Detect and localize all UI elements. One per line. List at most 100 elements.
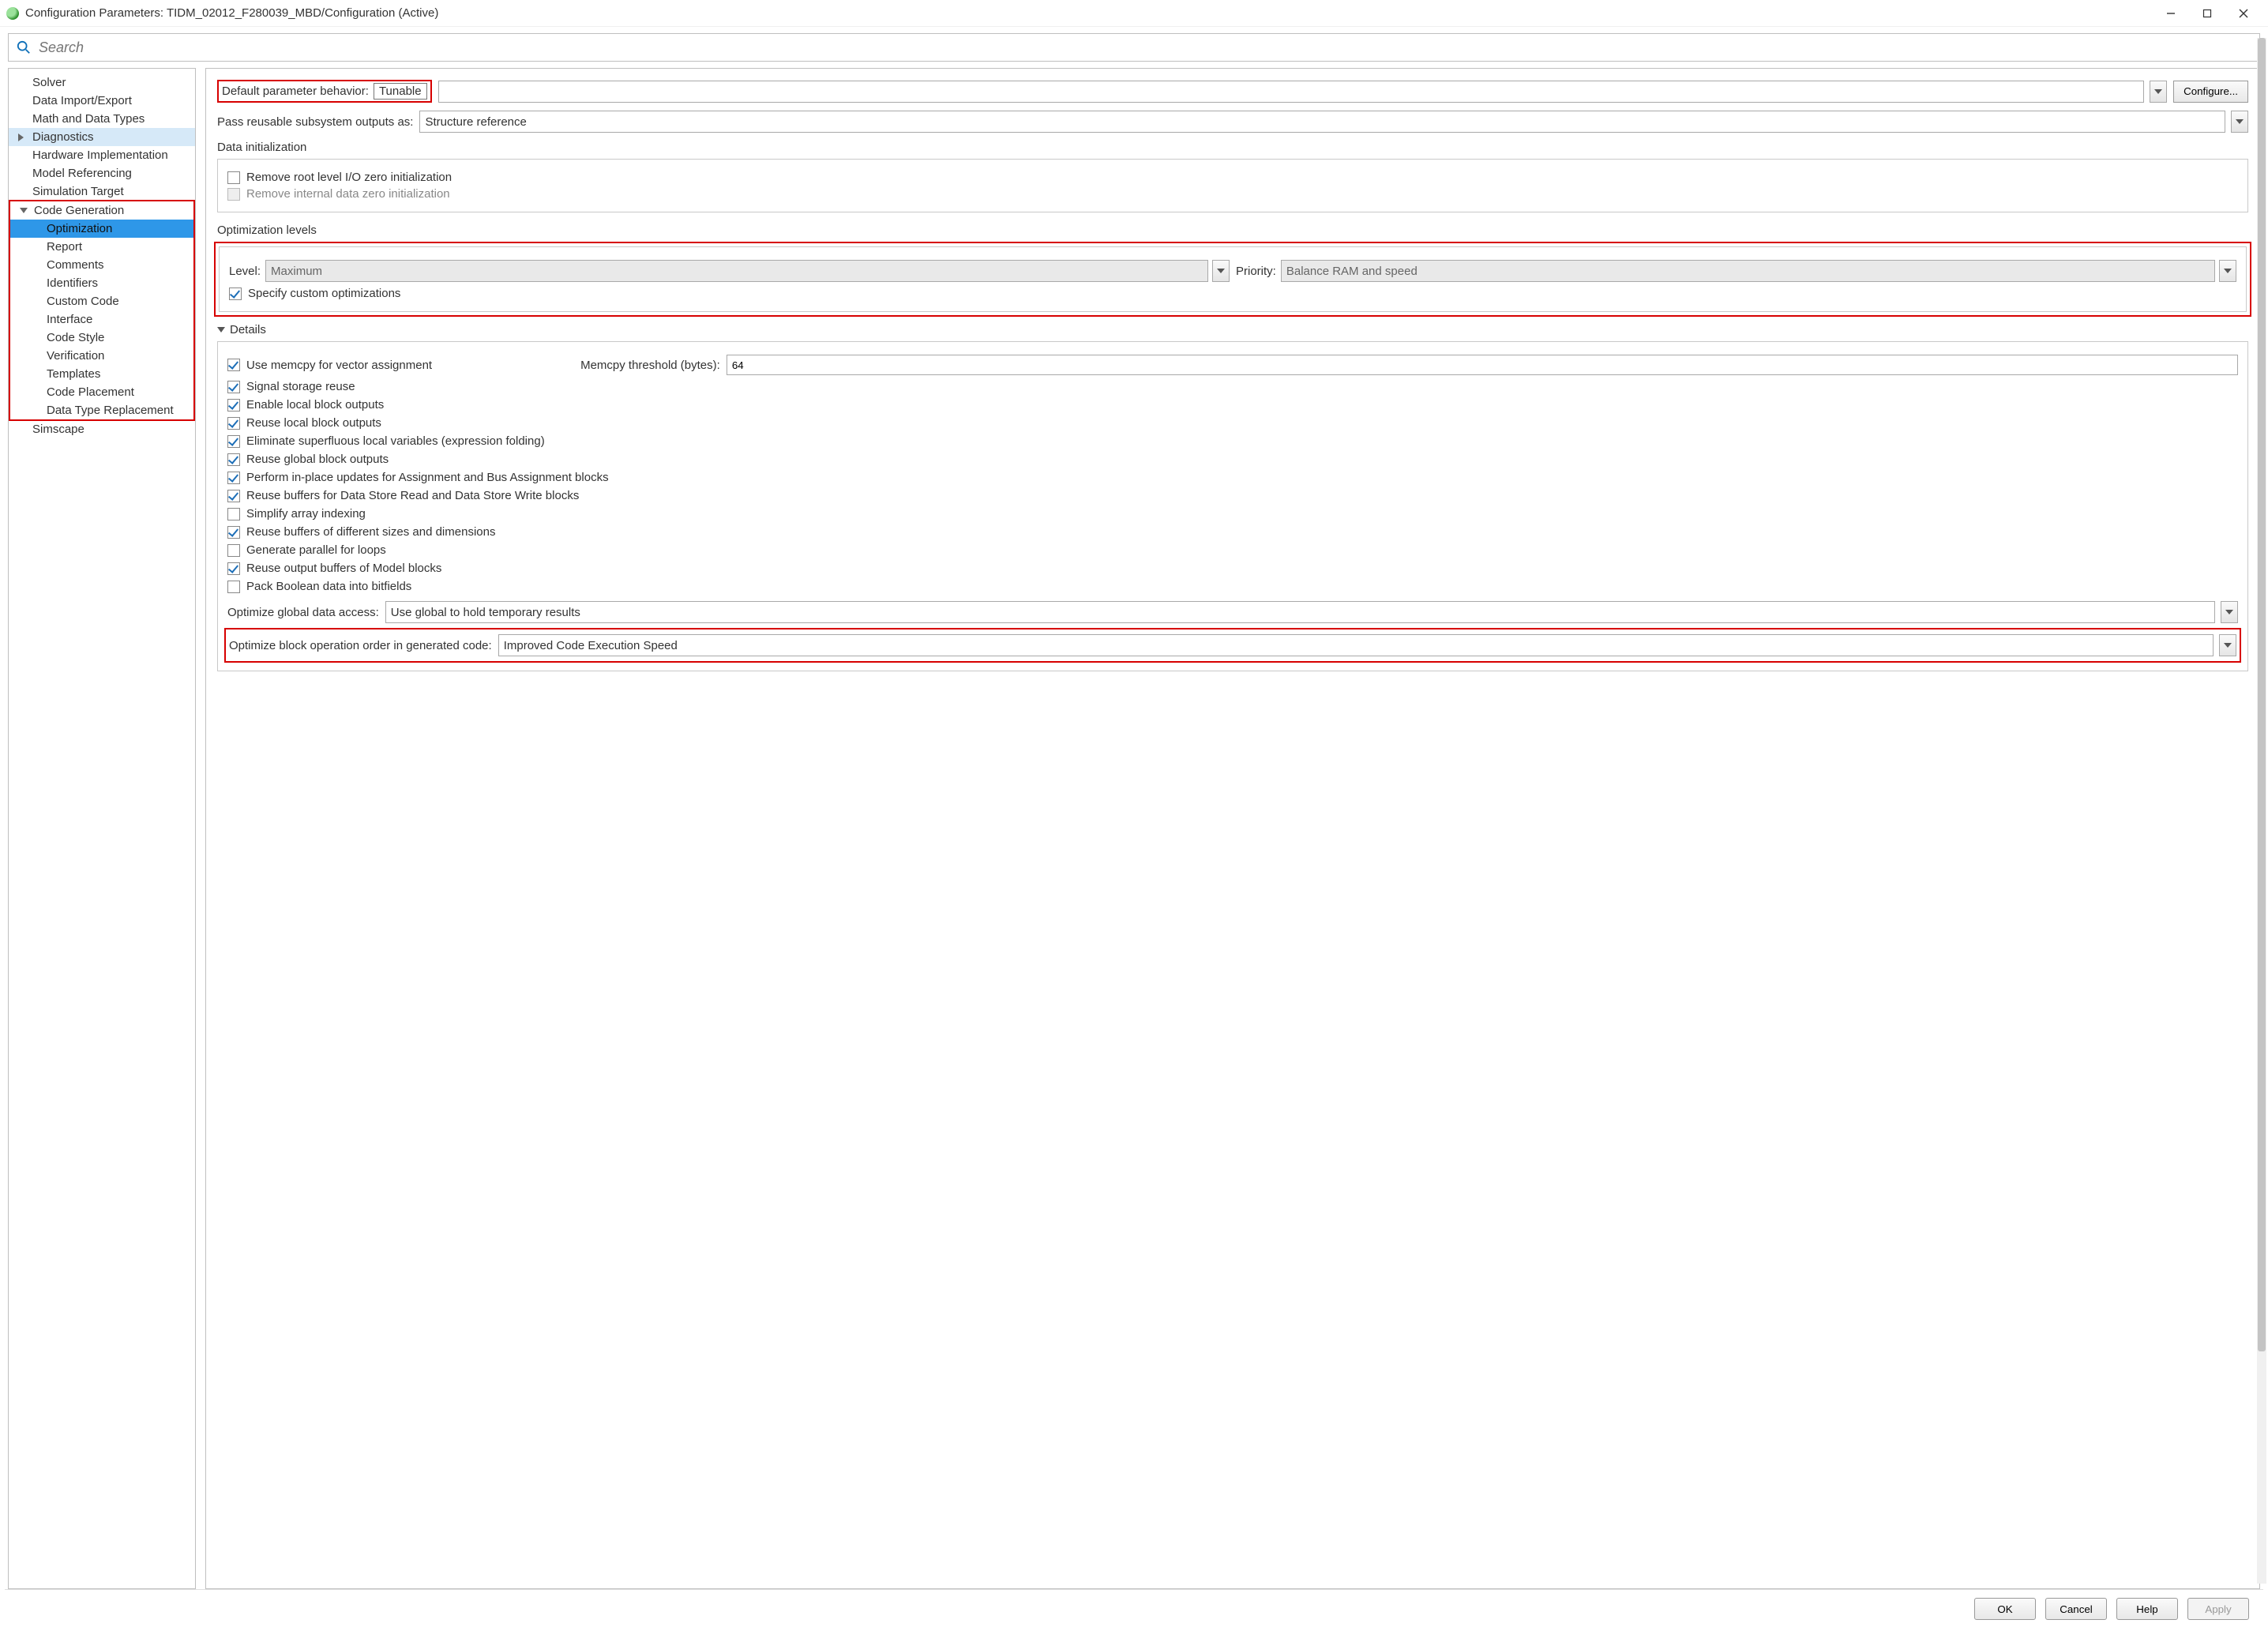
minimize-button[interactable]: [2153, 2, 2189, 25]
tree-label: Custom Code: [47, 295, 119, 308]
detail-check-5[interactable]: [227, 453, 240, 466]
detail-check-12[interactable]: [227, 581, 240, 593]
tree-templates[interactable]: Templates: [10, 365, 193, 383]
tree-custom-code[interactable]: Custom Code: [10, 292, 193, 310]
tree-model-referencing[interactable]: Model Referencing: [9, 164, 195, 182]
tree-label: Simulation Target: [32, 185, 124, 198]
close-button[interactable]: [2225, 2, 2262, 25]
default-param-select[interactable]: [438, 81, 2145, 103]
tree-optimization[interactable]: Optimization: [10, 220, 193, 238]
pass-reuse-select[interactable]: Structure reference: [419, 111, 2225, 133]
app-icon: [6, 7, 19, 20]
cancel-button[interactable]: Cancel: [2045, 1598, 2107, 1620]
tree-diagnostics[interactable]: Diagnostics: [9, 128, 195, 146]
remove-internal-label: Remove internal data zero initialization: [246, 187, 450, 201]
data-init-panel: Remove root level I/O zero initializatio…: [217, 159, 2248, 212]
priority-label: Priority:: [1236, 265, 1276, 278]
detail-label-11: Reuse output buffers of Model blocks: [246, 562, 441, 575]
tree-label: Data Import/Export: [32, 94, 132, 107]
caret-down-icon: [20, 208, 28, 213]
chevron-down-icon: [2236, 119, 2244, 124]
opt-levels-title: Optimization levels: [217, 224, 2248, 237]
priority-dropdown[interactable]: [2219, 260, 2236, 282]
tree-label: Diagnostics: [32, 130, 94, 144]
default-param-dropdown[interactable]: [2150, 81, 2167, 103]
tree-comments[interactable]: Comments: [10, 256, 193, 274]
scrollbar[interactable]: [2257, 38, 2266, 1584]
details-title: Details: [230, 323, 266, 336]
tree-label: Model Referencing: [32, 167, 132, 180]
tree-math-data-types[interactable]: Math and Data Types: [9, 110, 195, 128]
detail-label-3: Reuse local block outputs: [246, 416, 381, 430]
pass-reuse-dropdown[interactable]: [2231, 111, 2248, 133]
opt-global-select[interactable]: Use global to hold temporary results: [385, 601, 2215, 623]
search-input[interactable]: [37, 39, 2251, 57]
detail-label-8: Simplify array indexing: [246, 507, 366, 520]
detail-label-1: Signal storage reuse: [246, 380, 355, 393]
details-toggle[interactable]: Details: [217, 323, 2248, 336]
chevron-down-icon: [2224, 269, 2232, 273]
memcpy-label: Memcpy threshold (bytes):: [580, 359, 720, 372]
opt-global-dropdown[interactable]: [2221, 601, 2238, 623]
opt-block-select[interactable]: Improved Code Execution Speed: [498, 634, 2214, 656]
detail-check-3[interactable]: [227, 417, 240, 430]
level-value: Maximum: [271, 265, 322, 278]
opt-block-dropdown[interactable]: [2219, 634, 2236, 656]
tree-label: Data Type Replacement: [47, 404, 174, 417]
detail-check-1[interactable]: [227, 381, 240, 393]
configure-button[interactable]: Configure...: [2173, 81, 2248, 103]
ok-button[interactable]: OK: [1974, 1598, 2036, 1620]
tree-simulation-target[interactable]: Simulation Target: [9, 182, 195, 201]
tree-simscape[interactable]: Simscape: [9, 420, 195, 438]
opt-global-value: Use global to hold temporary results: [391, 606, 580, 619]
apply-button: Apply: [2187, 1598, 2249, 1620]
opt-levels-highlight: Level: Maximum Priority: Balance RAM and…: [214, 242, 2251, 317]
detail-check-6[interactable]: [227, 472, 240, 484]
tree-interface[interactable]: Interface: [10, 310, 193, 329]
specify-custom-label: Specify custom optimizations: [248, 287, 400, 300]
opt-block-label: Optimize block operation order in genera…: [229, 639, 492, 652]
level-dropdown[interactable]: [1212, 260, 1230, 282]
detail-check-7[interactable]: [227, 490, 240, 502]
remove-root-io-checkbox[interactable]: [227, 171, 240, 184]
tree-identifiers[interactable]: Identifiers: [10, 274, 193, 292]
detail-label-4: Eliminate superfluous local variables (e…: [246, 434, 545, 448]
main-panel: Default parameter behavior: Tunable Conf…: [205, 68, 2260, 1589]
pass-reuse-label: Pass reusable subsystem outputs as:: [217, 115, 413, 129]
window-title: Configuration Parameters: TIDM_02012_F28…: [25, 6, 438, 20]
memcpy-input[interactable]: [727, 355, 2238, 375]
tree-label: Code Generation: [34, 204, 124, 217]
category-tree[interactable]: Solver Data Import/Export Math and Data …: [8, 68, 196, 1589]
caret-right-icon: [18, 133, 24, 141]
detail-check-11[interactable]: [227, 562, 240, 575]
tree-report[interactable]: Report: [10, 238, 193, 256]
specify-custom-checkbox[interactable]: [229, 287, 242, 300]
tree-verification[interactable]: Verification: [10, 347, 193, 365]
pass-reuse-value: Structure reference: [425, 115, 526, 129]
chevron-down-icon: [2154, 89, 2162, 94]
tree-data-import-export[interactable]: Data Import/Export: [9, 92, 195, 110]
detail-check-0[interactable]: [227, 359, 240, 371]
detail-check-4[interactable]: [227, 435, 240, 448]
detail-check-2[interactable]: [227, 399, 240, 412]
scrollbar-thumb[interactable]: [2258, 38, 2266, 1351]
chevron-down-icon: [2225, 610, 2233, 614]
detail-check-10[interactable]: [227, 544, 240, 557]
tree-data-type-replacement[interactable]: Data Type Replacement: [10, 401, 193, 419]
search-icon: [17, 40, 31, 54]
detail-check-8[interactable]: [227, 508, 240, 520]
opt-levels-panel: Level: Maximum Priority: Balance RAM and…: [219, 246, 2247, 312]
help-button[interactable]: Help: [2116, 1598, 2178, 1620]
maximize-button[interactable]: [2189, 2, 2225, 25]
tree-solver[interactable]: Solver: [9, 73, 195, 92]
detail-check-9[interactable]: [227, 526, 240, 539]
detail-label-9: Reuse buffers of different sizes and dim…: [246, 525, 495, 539]
titlebar: Configuration Parameters: TIDM_02012_F28…: [0, 0, 2268, 27]
tree-label: Code Style: [47, 331, 104, 344]
tree-code-style[interactable]: Code Style: [10, 329, 193, 347]
detail-label-12: Pack Boolean data into bitfields: [246, 580, 411, 593]
tree-hardware-impl[interactable]: Hardware Implementation: [9, 146, 195, 164]
tree-code-generation[interactable]: Code Generation: [10, 201, 193, 220]
tree-code-placement[interactable]: Code Placement: [10, 383, 193, 401]
search-bar[interactable]: [8, 33, 2260, 62]
